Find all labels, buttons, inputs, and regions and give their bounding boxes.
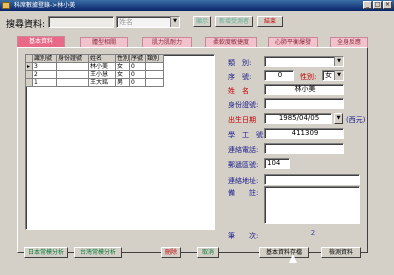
phone-label: 連絡電話: <box>228 146 259 154</box>
row-selector[interactable] <box>26 71 33 79</box>
search-label: 搜尋資料: <box>6 20 46 30</box>
cell-serial[interactable]: 0 <box>130 79 146 87</box>
col-header-category[interactable]: 類別 <box>146 55 164 63</box>
address-input[interactable] <box>264 174 360 185</box>
end-button[interactable]: 結束 <box>257 16 283 27</box>
serial-label: 序 號: <box>228 73 252 81</box>
zip-label: 郵遞區號: <box>228 161 259 169</box>
cell-id[interactable]: 1 <box>33 79 57 87</box>
notes-label: 備 註: <box>228 189 259 197</box>
cell-name[interactable]: 王大銘 <box>89 79 116 87</box>
tab-basic-info[interactable]: 基本資料 <box>17 36 65 47</box>
address-label: 連絡地址: <box>228 177 259 185</box>
cancel-button[interactable]: 取消 <box>197 247 219 258</box>
cell-name[interactable]: 林小美 <box>89 63 116 71</box>
table-row[interactable]: ▸ 3 林小美 女 0 <box>26 63 164 71</box>
close-button[interactable]: × <box>383 1 392 9</box>
tab-strength[interactable]: 肌力肌耐力 <box>142 37 192 47</box>
col-header-serial[interactable]: 序號 <box>130 55 146 63</box>
cell-id[interactable]: 3 <box>33 63 57 71</box>
cell-category[interactable] <box>146 63 164 71</box>
cell-gender[interactable]: 女 <box>116 71 130 79</box>
cell-category[interactable] <box>146 71 164 79</box>
birth-hint: (西元) <box>346 116 366 124</box>
row-selector[interactable] <box>26 79 33 87</box>
count-label: 筆 次: <box>228 232 259 240</box>
id-label: 身份證號: <box>228 101 259 109</box>
col-header-gender[interactable]: 性別 <box>116 55 130 63</box>
cell-idcard[interactable] <box>57 79 89 87</box>
cell-idcard[interactable] <box>57 71 89 79</box>
search-field-select[interactable]: 姓名 ▼ <box>116 16 180 28</box>
mouse-cursor-icon <box>289 254 297 263</box>
gender-value: 女 <box>325 71 332 79</box>
search-field-value: 姓名 <box>119 18 133 26</box>
category-select[interactable]: ▼ <box>264 56 344 67</box>
measurement-data-button[interactable]: 檢測資料 <box>321 247 361 258</box>
cell-serial[interactable]: 0 <box>130 71 146 79</box>
table-row[interactable]: 1 王大銘 男 0 <box>26 79 164 87</box>
calendar-icon[interactable]: ▼ <box>334 113 343 124</box>
row-selector-icon[interactable]: ▸ <box>26 63 33 71</box>
chevron-down-icon[interactable]: ▼ <box>334 57 343 66</box>
birth-label: 出生日期 <box>228 116 256 124</box>
tab-cardio[interactable]: 心肺平衡爆發 <box>268 37 318 47</box>
student-no-input[interactable]: 411309 <box>264 128 344 139</box>
cell-id[interactable]: 2 <box>33 71 57 79</box>
records-grid[interactable]: 識別號 身份證號 姓名 性別 序號 類別 ▸ 3 林小美 女 0 2 王小慧 女… <box>25 54 215 230</box>
cell-serial[interactable]: 0 <box>130 63 146 71</box>
grid-header: 識別號 身份證號 姓名 性別 序號 類別 <box>26 55 164 63</box>
name-label: 姓 名 <box>228 87 249 95</box>
chevron-down-icon[interactable]: ▼ <box>170 17 179 27</box>
name-input[interactable]: 林小美 <box>264 84 344 95</box>
gender-label: 性別: <box>300 73 317 81</box>
jp-norm-analysis-button[interactable]: 日本常模分析 <box>24 247 68 258</box>
gender-select[interactable]: 女 ▼ <box>322 70 344 81</box>
window-title: 科席數據登錄->林小美 <box>14 2 76 9</box>
col-header-idcard[interactable]: 身份證號 <box>57 55 89 63</box>
app-icon <box>2 2 10 9</box>
cell-gender[interactable]: 男 <box>116 79 130 87</box>
new-record-button[interactable]: 新增受測者 <box>215 16 253 27</box>
notes-textarea[interactable] <box>264 186 360 224</box>
tw-norm-analysis-button[interactable]: 台灣常模分析 <box>74 247 122 258</box>
count-value: 2 <box>264 229 360 240</box>
tab-body-type[interactable]: 體型相關 <box>80 37 128 47</box>
col-header-id[interactable]: 識別號 <box>33 55 57 63</box>
col-header-name[interactable]: 姓名 <box>89 55 116 63</box>
cell-gender[interactable]: 女 <box>116 63 130 71</box>
birth-input[interactable]: 1985/04/05 <box>264 113 332 124</box>
serial-input[interactable]: 0 <box>264 70 294 81</box>
search-input[interactable] <box>48 16 114 28</box>
window-titlebar: 科席數據登錄->林小美 _ □ × <box>0 0 394 11</box>
zip-input[interactable]: 104 <box>264 158 290 169</box>
row-selector-header <box>26 55 33 63</box>
cell-category[interactable] <box>146 79 164 87</box>
phone-input[interactable] <box>264 143 344 154</box>
delete-button[interactable]: 刪除 <box>161 247 181 258</box>
show-button[interactable]: 顯示 <box>193 16 211 27</box>
cell-name[interactable]: 王小慧 <box>89 71 116 79</box>
chevron-down-icon[interactable]: ▼ <box>334 71 343 80</box>
table-row[interactable]: 2 王小慧 女 0 <box>26 71 164 79</box>
student-no-label: 學 工 號: <box>228 131 266 139</box>
tab-flexibility[interactable]: 柔軟度敏捷度 <box>205 37 257 47</box>
maximize-button[interactable]: □ <box>373 1 382 9</box>
save-basic-info-button[interactable]: 基本資料存檔 <box>259 247 309 258</box>
cell-idcard[interactable] <box>57 63 89 71</box>
id-input[interactable] <box>264 98 344 109</box>
category-label: 類 別: <box>228 59 252 67</box>
tab-reaction[interactable]: 全身反應 <box>330 37 368 47</box>
minimize-button[interactable]: _ <box>363 1 372 9</box>
